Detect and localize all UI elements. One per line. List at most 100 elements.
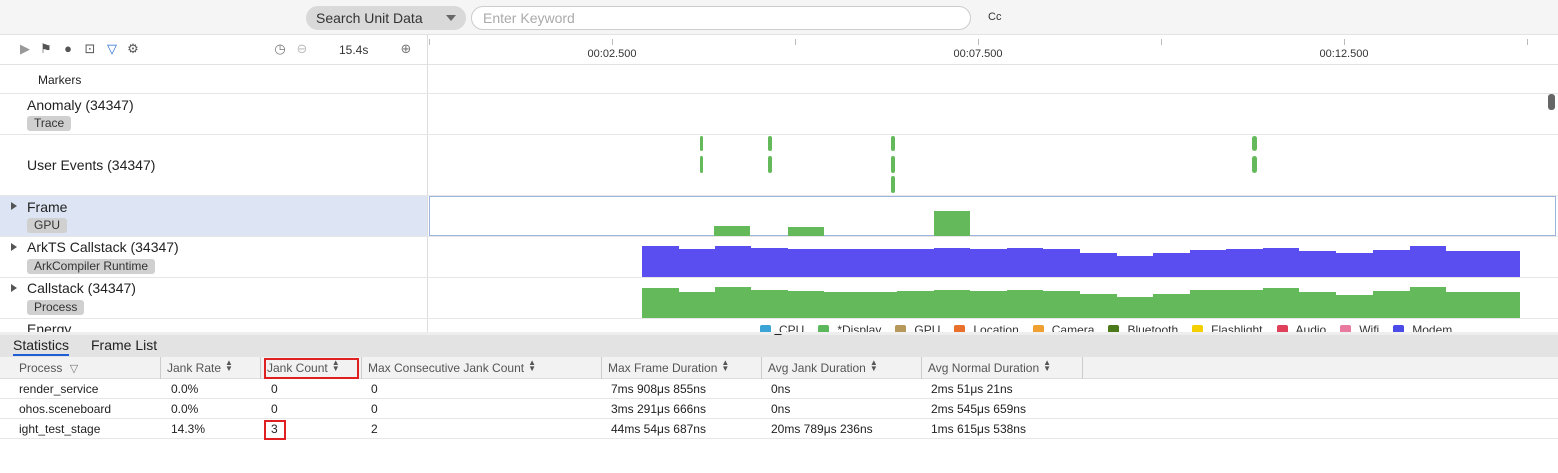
column-header-label: Max Consecutive Jank Count	[368, 361, 525, 375]
track-callstack[interactable]: Callstack (34347) Process	[0, 278, 1558, 319]
time-ruler[interactable]: 00:02.500 00:07.500 00:12.500	[429, 35, 1558, 65]
ruler-tick	[795, 39, 796, 45]
sort-icon: ▲ ▼	[721, 358, 730, 373]
search-input[interactable]	[471, 6, 971, 30]
ruler-tick	[1527, 39, 1528, 45]
cell-max-frame-duration: 44ms 54μs 687ns	[611, 422, 706, 436]
frame-bars	[714, 211, 970, 236]
column-header-process[interactable]: Process ▽	[13, 357, 161, 379]
track-user-events[interactable]: User Events (34347)	[0, 135, 1558, 196]
zoom-out-icon[interactable]: ⊖	[295, 42, 309, 56]
cell-jank-count: 0	[271, 402, 278, 416]
cell-jank-count: 0	[271, 382, 278, 396]
track-label: Frame GPU	[0, 196, 428, 236]
ruler-tick	[1161, 39, 1162, 45]
column-header-avg-jank-duration[interactable]: Avg Jank Duration ▲ ▼	[762, 357, 922, 379]
highlight-box	[264, 358, 359, 379]
sort-icon: ▲ ▼	[1043, 358, 1052, 373]
callstack-series	[642, 287, 1520, 318]
event-mark	[700, 136, 703, 151]
column-header-jank-rate[interactable]: Jank Rate ▲ ▼	[161, 357, 261, 379]
cell-process: ight_test_stage	[19, 422, 101, 436]
ruler-label: 00:07.500	[953, 48, 1003, 60]
column-header-label: Avg Normal Duration	[928, 361, 1040, 375]
track-content[interactable]	[429, 196, 1556, 236]
track-name: Frame	[27, 199, 68, 215]
frame-bar	[934, 211, 970, 236]
cell-max-frame-duration: 7ms 908μs 855ns	[611, 382, 706, 396]
track-tag: ArkCompiler Runtime	[27, 259, 156, 274]
search-type-label: Search Unit Data	[316, 10, 423, 26]
track-name: User Events (34347)	[27, 157, 156, 173]
arkts-series	[642, 246, 1520, 277]
cell-avg-normal-duration: 2ms 51μs 21ns	[931, 382, 1013, 396]
column-header-label: Process	[19, 361, 63, 375]
track-arkts-callstack[interactable]: ArkTS Callstack (34347) ArkCompiler Runt…	[0, 237, 1558, 278]
cell-max-frame-duration: 3ms 291μs 666ns	[611, 402, 706, 416]
table-row[interactable]: render_service 0.0% 0 0 7ms 908μs 855ns …	[0, 379, 1558, 399]
zoom-in-icon[interactable]: ⊕	[399, 42, 413, 56]
event-mark	[768, 136, 772, 151]
cell-avg-jank-duration: 20ms 789μs 236ns	[771, 422, 873, 436]
zoom-level: 15.4s	[339, 43, 369, 57]
play-icon[interactable]: ▶	[18, 42, 32, 56]
cell-avg-normal-duration: 2ms 545μs 659ns	[931, 402, 1026, 416]
search-type-dropdown[interactable]: Search Unit Data	[306, 6, 466, 30]
column-header-max-frame-duration[interactable]: Max Frame Duration ▲ ▼	[602, 357, 762, 379]
search-bar: Search Unit Data Cc	[0, 0, 1558, 35]
track-tag: Process	[27, 300, 85, 315]
filter-icon[interactable]: ▽	[70, 363, 78, 375]
event-mark	[891, 176, 895, 193]
table-row[interactable]: ight_test_stage 14.3% 3 2 44ms 54μs 687n…	[0, 419, 1558, 439]
flag-icon[interactable]: ⚑	[39, 42, 53, 56]
timer-icon[interactable]: ◷	[273, 42, 287, 56]
expand-icon[interactable]	[11, 284, 17, 292]
track-frame[interactable]: Frame GPU	[0, 196, 1558, 237]
tab-frame-list[interactable]: Frame List	[91, 337, 157, 353]
gear-icon[interactable]: ⚙	[126, 42, 140, 56]
event-mark	[1252, 136, 1257, 151]
track-label: Energy	[0, 319, 428, 332]
column-header-max-consecutive-jank-count[interactable]: Max Consecutive Jank Count ▲ ▼	[362, 357, 602, 379]
globe-icon[interactable]: ●	[61, 42, 75, 56]
sort-icon: ▲ ▼	[869, 358, 878, 373]
filter-icon[interactable]: ▽	[105, 42, 119, 56]
chevron-down-icon	[446, 15, 456, 21]
table-row[interactable]: ohos.sceneboard 0.0% 0 0 3ms 291μs 666ns…	[0, 399, 1558, 419]
cell-process: render_service	[19, 382, 99, 396]
expand-icon[interactable]	[11, 202, 17, 210]
frame-bar	[788, 227, 824, 236]
track-anomaly[interactable]: Anomaly (34347) Trace	[0, 94, 1558, 135]
timeline-toolbar: ▶ ⚑ ● ⊡ ▽ ⚙ ◷ ⊖ 15.4s ⊕ 00:02.500 00:07.…	[0, 35, 1558, 65]
expand-icon[interactable]	[11, 243, 17, 251]
cell-jank-rate: 0.0%	[171, 402, 199, 416]
capture-icon[interactable]: ⊡	[83, 42, 97, 56]
track-name: Callstack (34347)	[27, 280, 136, 296]
cell-max-consecutive: 0	[371, 382, 378, 396]
case-sensitive-button[interactable]: Cc	[988, 11, 1001, 23]
track-content[interactable]	[429, 278, 1556, 318]
track-label: Anomaly (34347) Trace	[0, 94, 428, 134]
track-content[interactable]	[429, 135, 1556, 195]
track-markers[interactable]: Markers	[0, 65, 1558, 94]
cell-process: ohos.sceneboard	[19, 402, 112, 416]
cell-jank-rate: 14.3%	[171, 422, 206, 436]
track-content[interactable]	[429, 94, 1556, 134]
track-tag: Trace	[27, 116, 72, 131]
cell-max-consecutive: 2	[371, 422, 378, 436]
sort-icon: ▲ ▼	[225, 358, 233, 373]
user-events-marks	[700, 136, 1257, 193]
event-mark	[891, 156, 895, 173]
ruler-tick	[429, 39, 430, 45]
track-label: ArkTS Callstack (34347) ArkCompiler Runt…	[0, 237, 428, 277]
column-header-avg-normal-duration[interactable]: Avg Normal Duration ▲ ▼	[922, 357, 1083, 379]
track-label: Callstack (34347) Process	[0, 278, 428, 318]
highlight-box	[264, 420, 286, 440]
scrollbar-thumb[interactable]	[1548, 94, 1555, 110]
track-content[interactable]	[429, 237, 1556, 277]
tab-statistics[interactable]: Statistics	[13, 337, 70, 356]
track-label: Markers	[0, 65, 428, 93]
ruler-tick	[1344, 39, 1345, 45]
track-content[interactable]	[429, 65, 1556, 93]
frame-bar	[714, 226, 750, 236]
